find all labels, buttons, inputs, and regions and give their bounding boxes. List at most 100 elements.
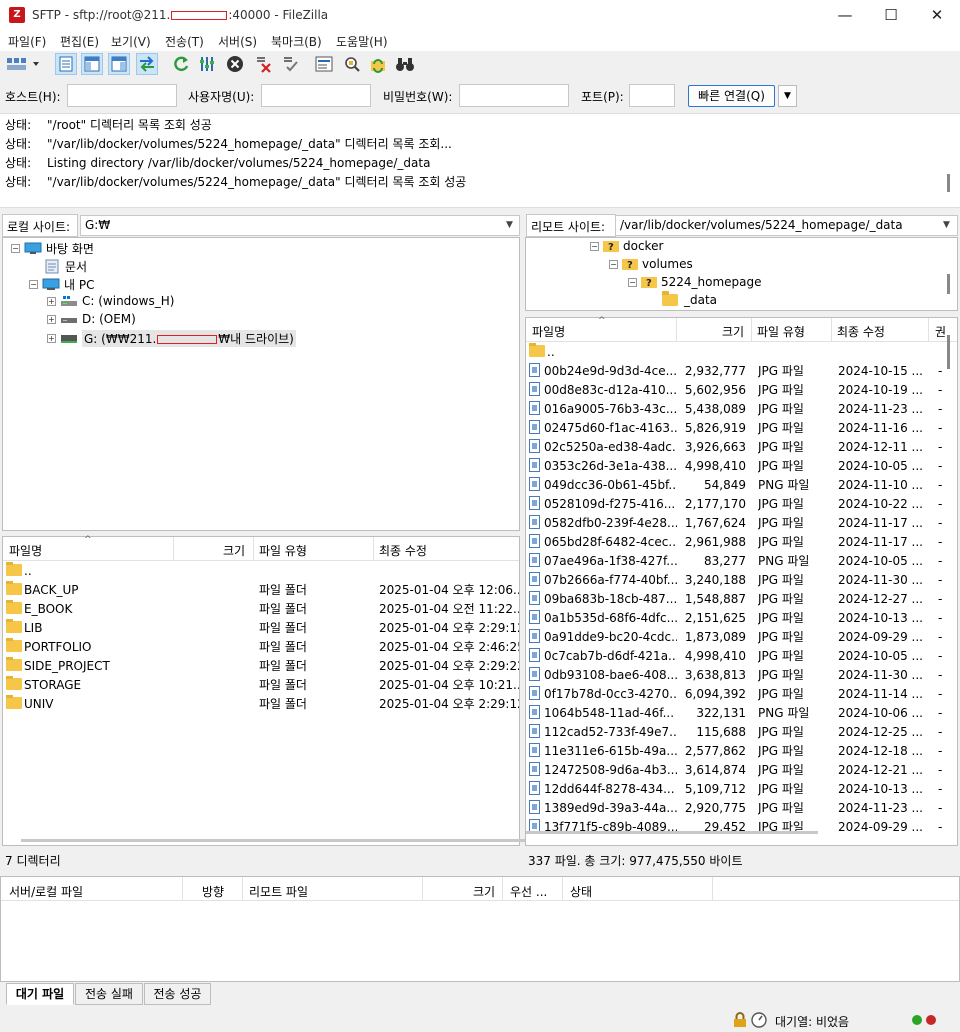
toggle-remote-tree-button[interactable] bbox=[108, 53, 130, 75]
quickconnect-dropdown-button[interactable]: ▼ bbox=[778, 85, 797, 107]
table-row[interactable]: 12dd644f-8278-434... 5,109,712 JPG 파일 2024-… bbox=[529, 780, 945, 799]
table-row[interactable]: 0c7cab7b-d6df-421a... 4,998,410 JPG 파일 2024… bbox=[529, 647, 945, 666]
tree-item-data[interactable]: _data bbox=[662, 291, 717, 307]
reconnect-button[interactable] bbox=[279, 53, 301, 75]
host-input[interactable] bbox=[67, 84, 177, 107]
table-row[interactable]: E_BOOK 파일 폴더 2025-01-04 오전 11:22... bbox=[6, 600, 519, 619]
queue-column-size[interactable]: 크기 bbox=[473, 883, 495, 900]
column-modified[interactable]: 최종 수정 bbox=[379, 542, 427, 559]
remote-horizontal-scrollbar[interactable] bbox=[526, 831, 818, 834]
username-input[interactable] bbox=[261, 84, 371, 107]
lock-icon[interactable] bbox=[733, 1012, 747, 1031]
site-manager-button[interactable] bbox=[5, 53, 41, 75]
table-row[interactable]: 1064b548-11ad-46f... 322,131 PNG 파일 2024-10… bbox=[529, 704, 945, 723]
table-row[interactable]: STORAGE 파일 폴더 2025-01-04 오후 10:21... bbox=[6, 676, 519, 695]
table-row[interactable]: 0353c26d-3e1a-438... 4,998,410 JPG 파일 2024-… bbox=[529, 457, 945, 476]
port-input[interactable] bbox=[629, 84, 675, 107]
tree-item-desktop[interactable]: − 바탕 화면 bbox=[11, 240, 94, 257]
remote-vertical-scrollbar-thumb[interactable] bbox=[947, 335, 950, 369]
menu-server[interactable]: 서버(S) bbox=[218, 33, 257, 50]
column-type[interactable]: 파일 유형 bbox=[757, 323, 805, 340]
log-scrollbar-thumb[interactable] bbox=[947, 174, 950, 192]
tree-item-drive-c[interactable]: + C: (windows_H) bbox=[47, 294, 174, 308]
tree-item-volumes[interactable]: − ? volumes bbox=[609, 257, 693, 271]
table-row[interactable]: .. bbox=[6, 562, 518, 581]
cancel-operation-button[interactable] bbox=[224, 53, 246, 75]
menu-view[interactable]: 보기(V) bbox=[111, 33, 151, 50]
table-row[interactable]: 13f771f5-c89b-4089... 29,452 JPG 파일 2024-09… bbox=[529, 818, 945, 837]
tab-queued-files[interactable]: 대기 파일 bbox=[6, 983, 74, 1005]
queue-column-priority[interactable]: 우선 ... bbox=[510, 883, 547, 900]
message-log[interactable]: 상태: "/root" 디렉터리 목록 조회 성공 상태: "/var/lib/do… bbox=[0, 113, 960, 208]
table-row[interactable]: 0528109d-f275-416... 2,177,170 JPG 파일 2024-… bbox=[529, 495, 945, 514]
collapse-icon[interactable]: − bbox=[29, 280, 38, 289]
collapse-icon[interactable]: − bbox=[628, 277, 637, 287]
table-row[interactable]: 016a9005-76b3-43c... 5,438,089 JPG 파일 2024-… bbox=[529, 400, 945, 419]
queue-column-status[interactable]: 상태 bbox=[570, 883, 592, 900]
table-row[interactable]: 049dcc36-0b61-45bf... 54,849 PNG 파일 2024-11… bbox=[529, 476, 945, 495]
toggle-queue-button[interactable] bbox=[136, 53, 158, 75]
tree-item-docker[interactable]: − ? docker bbox=[590, 239, 663, 253]
table-row[interactable]: BACK_UP 파일 폴더 2025-01-04 오후 12:06... bbox=[6, 581, 519, 600]
table-row[interactable]: LIB 파일 폴더 2025-01-04 오후 2:29:12 bbox=[6, 619, 519, 638]
column-size[interactable]: 크기 bbox=[722, 323, 744, 340]
tree-item-5224-homepage[interactable]: − ? 5224_homepage bbox=[628, 275, 762, 289]
toggle-local-tree-button[interactable] bbox=[81, 53, 103, 75]
collapse-icon[interactable]: − bbox=[609, 259, 618, 269]
column-modified[interactable]: 최종 수정 bbox=[837, 323, 885, 340]
column-type[interactable]: 파일 유형 bbox=[259, 542, 307, 559]
table-row[interactable]: 09ba683b-18cb-487... 1,548,887 JPG 파일 2024-… bbox=[529, 590, 945, 609]
table-row[interactable]: .. bbox=[529, 343, 945, 362]
local-horizontal-scrollbar[interactable] bbox=[21, 839, 525, 842]
disconnect-button[interactable] bbox=[252, 53, 274, 75]
table-row[interactable]: 12472508-9d6a-4b3... 3,614,874 JPG 파일 2024-… bbox=[529, 761, 945, 780]
local-path-input[interactable]: G:₩ bbox=[80, 215, 520, 236]
chevron-down-icon[interactable]: ▼ bbox=[506, 220, 513, 230]
queue-column-direction[interactable]: 방향 bbox=[202, 883, 224, 900]
search-remote-files-button[interactable] bbox=[394, 53, 416, 75]
table-row[interactable]: 02c5250a-ed38-4adc... 3,926,663 JPG 파일 2024… bbox=[529, 438, 945, 457]
table-row[interactable]: 00b24e9d-9d3d-4ce... 2,932,777 JPG 파일 2024-… bbox=[529, 362, 945, 381]
table-row[interactable]: 00d8e83c-d12a-410... 5,602,956 JPG 파일 2024-… bbox=[529, 381, 945, 400]
table-row[interactable]: 0582dfb0-239f-4e28... 1,767,624 JPG 파일 2024… bbox=[529, 514, 945, 533]
table-row[interactable]: PORTFOLIO 파일 폴더 2025-01-04 오후 2:46:25 bbox=[6, 638, 519, 657]
table-row[interactable]: 0f17b78d-0cc3-4270... 6,094,392 JPG 파일 2024… bbox=[529, 685, 945, 704]
table-row[interactable]: 07b2666a-f774-40bf... 3,240,188 JPG 파일 2024… bbox=[529, 571, 945, 590]
queue-column-local-file[interactable]: 서버/로컬 파일 bbox=[9, 883, 83, 900]
compare-directories-button[interactable] bbox=[341, 53, 363, 75]
menu-help[interactable]: 도움말(H) bbox=[336, 33, 388, 50]
speed-limit-icon[interactable] bbox=[751, 1012, 767, 1031]
collapse-icon[interactable]: − bbox=[590, 241, 599, 251]
process-queue-button[interactable] bbox=[197, 53, 219, 75]
table-row[interactable]: 0a91dde9-bc20-4cdc... 1,873,089 JPG 파일 2024… bbox=[529, 628, 945, 647]
table-row[interactable]: UNIV 파일 폴더 2025-01-04 오후 2:29:12 bbox=[6, 695, 519, 714]
quickconnect-button[interactable]: 빠른 연결(Q) bbox=[688, 85, 775, 107]
table-row[interactable]: 0a1b535d-68f6-4dfc... 2,151,625 JPG 파일 2024… bbox=[529, 609, 945, 628]
password-input[interactable] bbox=[459, 84, 569, 107]
table-row[interactable]: 112cad52-733f-49e7... 115,688 JPG 파일 2024-1… bbox=[529, 723, 945, 742]
maximize-button[interactable]: ☐ bbox=[868, 0, 914, 31]
remote-path-input[interactable]: /var/lib/docker/volumes/5224_homepage/_d… bbox=[615, 215, 958, 236]
tab-failed-transfers[interactable]: 전송 실패 bbox=[75, 983, 143, 1005]
menu-edit[interactable]: 편집(E) bbox=[60, 33, 99, 50]
menu-bookmarks[interactable]: 북마크(B) bbox=[271, 33, 322, 50]
column-size[interactable]: 크기 bbox=[223, 542, 245, 559]
synchronized-browsing-button[interactable] bbox=[367, 53, 389, 75]
tab-successful-transfers[interactable]: 전송 성공 bbox=[144, 983, 211, 1005]
minimize-button[interactable]: — bbox=[822, 0, 868, 31]
tree-item-documents[interactable]: 문서 bbox=[45, 258, 87, 275]
table-row[interactable]: 0db93108-bae6-408... 3,638,813 JPG 파일 2024-… bbox=[529, 666, 945, 685]
table-row[interactable]: 07ae496a-1f38-427f... 83,277 PNG 파일 2024-10… bbox=[529, 552, 945, 571]
table-row[interactable]: SIDE_PROJECT 파일 폴더 2025-01-04 오후 2:29:22 bbox=[6, 657, 519, 676]
tree-item-drive-d[interactable]: + D: (OEM) bbox=[47, 312, 136, 326]
close-button[interactable]: ✕ bbox=[914, 0, 960, 31]
tree-item-this-pc[interactable]: − 내 PC bbox=[29, 276, 94, 293]
refresh-button[interactable] bbox=[170, 53, 192, 75]
column-filename[interactable]: 파일명 bbox=[9, 542, 42, 559]
collapse-icon[interactable]: − bbox=[11, 244, 20, 253]
directory-listing-filter-button[interactable] bbox=[313, 53, 335, 75]
table-row[interactable]: 1389ed9d-39a3-44a... 2,920,775 JPG 파일 2024-… bbox=[529, 799, 945, 818]
menu-file[interactable]: 파일(F) bbox=[8, 33, 46, 50]
remote-tree-scrollbar-thumb[interactable] bbox=[947, 274, 950, 294]
chevron-down-icon[interactable]: ▼ bbox=[943, 220, 950, 230]
